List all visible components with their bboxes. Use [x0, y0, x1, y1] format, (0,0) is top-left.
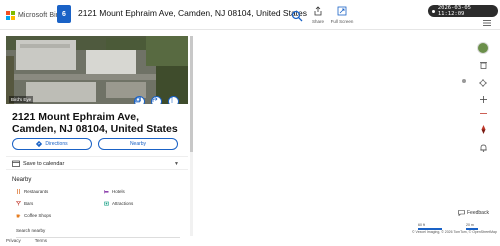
- more-options-button[interactable]: [168, 96, 179, 104]
- compass-icon: [481, 124, 485, 134]
- fullscreen-icon: [337, 6, 347, 16]
- map-attribution: © Vexcel Imaging, © 2026 TomTom, © OpenS…: [412, 230, 497, 234]
- nearby-button-label: Nearby: [129, 141, 147, 147]
- aerial-photo[interactable]: Bird's Eye: [6, 36, 188, 104]
- plus-icon: [479, 95, 487, 103]
- aerial-image: [6, 36, 188, 104]
- footer-links: Privacy Terms: [6, 238, 47, 243]
- fork-knife-icon: [17, 189, 20, 194]
- directions-label: Directions: [45, 141, 68, 147]
- hamburger-menu-icon[interactable]: [483, 20, 491, 26]
- scale-bar-meters: 20 m: [466, 223, 478, 230]
- bell-icon: [479, 144, 487, 152]
- search-button[interactable]: [291, 9, 303, 22]
- zoom-out-button[interactable]: [478, 108, 488, 118]
- photos-button[interactable]: [134, 96, 145, 104]
- privacy-link[interactable]: Privacy: [6, 238, 21, 243]
- scale-feet-label: 60 ft: [418, 223, 425, 227]
- bed-icon: [104, 190, 109, 194]
- hotels-label: Hotels: [112, 189, 125, 194]
- share-location-button[interactable]: [151, 96, 162, 104]
- scale-meters-label: 20 m: [466, 223, 474, 227]
- bing-logo[interactable]: Microsoft Bing: [6, 10, 64, 20]
- more-vertical-icon: [171, 97, 173, 103]
- locate-me-button[interactable]: [478, 78, 488, 88]
- search-query-title[interactable]: 2121 Mount Ephraim Ave, Camden, NJ 08104…: [78, 8, 307, 18]
- place-title: 2121 Mount Ephraim Ave, Camden, NJ 08104…: [12, 111, 178, 135]
- feedback-icon: [458, 210, 465, 216]
- nearby-button[interactable]: Nearby: [98, 138, 178, 150]
- share-button[interactable]: Share: [306, 6, 330, 24]
- alerts-button[interactable]: [478, 143, 488, 153]
- directions-icon: [36, 141, 43, 147]
- zoom-in-button[interactable]: [478, 94, 488, 104]
- nearby-hotels[interactable]: Hotels: [104, 189, 125, 194]
- crosshair-icon: [479, 79, 487, 87]
- nearby-coffee-shops[interactable]: Coffee Shops: [16, 213, 51, 218]
- clear-map-button[interactable]: [478, 60, 488, 70]
- location-details-panel: Bird's Eye 2121 Mount Ephraim Ave, Camde…: [6, 36, 188, 238]
- timestamp-overlay: 2026-03-05 11:12:09: [428, 5, 498, 17]
- feedback-label: Feedback: [467, 210, 489, 216]
- chevron-down-icon[interactable]: ▼: [174, 161, 179, 167]
- bing-maps-window: Microsoft Bing 6 2121 Mount Ephraim Ave,…: [0, 0, 500, 246]
- photos-icon: [135, 97, 141, 103]
- trash-icon: [479, 62, 487, 69]
- glass-icon: [16, 201, 21, 206]
- bars-label: Bars: [24, 201, 34, 206]
- birds-eye-label: Bird's Eye: [9, 96, 34, 103]
- coffee-shops-label: Coffee Shops: [24, 213, 52, 218]
- map-canvas[interactable]: Feedback 60 ft 20 m © Vexcel Imaging, © …: [196, 30, 500, 246]
- nearby-bars[interactable]: Bars: [16, 201, 33, 206]
- search-nearby-input[interactable]: Search nearby: [16, 228, 180, 238]
- minus-icon: [479, 112, 487, 114]
- search-icon: [291, 10, 303, 22]
- coffee-cup-icon: [16, 214, 21, 218]
- rewards-badge[interactable]: 6: [57, 5, 71, 23]
- compass-button[interactable]: [478, 124, 488, 134]
- restaurants-label: Restaurants: [24, 189, 49, 194]
- directions-button[interactable]: Directions: [12, 138, 92, 150]
- record-dot-icon: [432, 9, 435, 13]
- fullscreen-button[interactable]: Full Screen: [330, 6, 354, 24]
- nearby-restaurants[interactable]: Restaurants: [16, 189, 48, 194]
- save-to-calendar-label: Save to calendar: [23, 161, 65, 167]
- save-to-calendar-row[interactable]: Save to calendar ▼: [6, 156, 188, 170]
- map-style-button[interactable]: [477, 42, 489, 54]
- share-arrow-icon: [152, 97, 158, 102]
- header-bar: Microsoft Bing 6 2121 Mount Ephraim Ave,…: [0, 0, 500, 30]
- fullscreen-label: Full Screen: [330, 19, 354, 24]
- scale-bar-feet: 60 ft: [418, 223, 442, 230]
- share-label: Share: [311, 19, 324, 24]
- map-dot-icon: [462, 79, 466, 83]
- panel-scrollbar-thumb[interactable]: [190, 36, 193, 152]
- share-icon: [314, 6, 322, 16]
- terms-link[interactable]: Terms: [35, 238, 47, 243]
- nearby-heading: Nearby: [12, 177, 32, 183]
- attraction-icon: [104, 201, 109, 206]
- nearby-attractions[interactable]: Attractions: [104, 201, 133, 206]
- microsoft-logo-icon: [6, 10, 15, 20]
- calendar-icon: [12, 160, 20, 167]
- timestamp-text: 2026-03-05 11:12:09: [437, 5, 471, 17]
- attractions-label: Attractions: [112, 201, 134, 206]
- feedback-button[interactable]: Feedback: [458, 210, 489, 216]
